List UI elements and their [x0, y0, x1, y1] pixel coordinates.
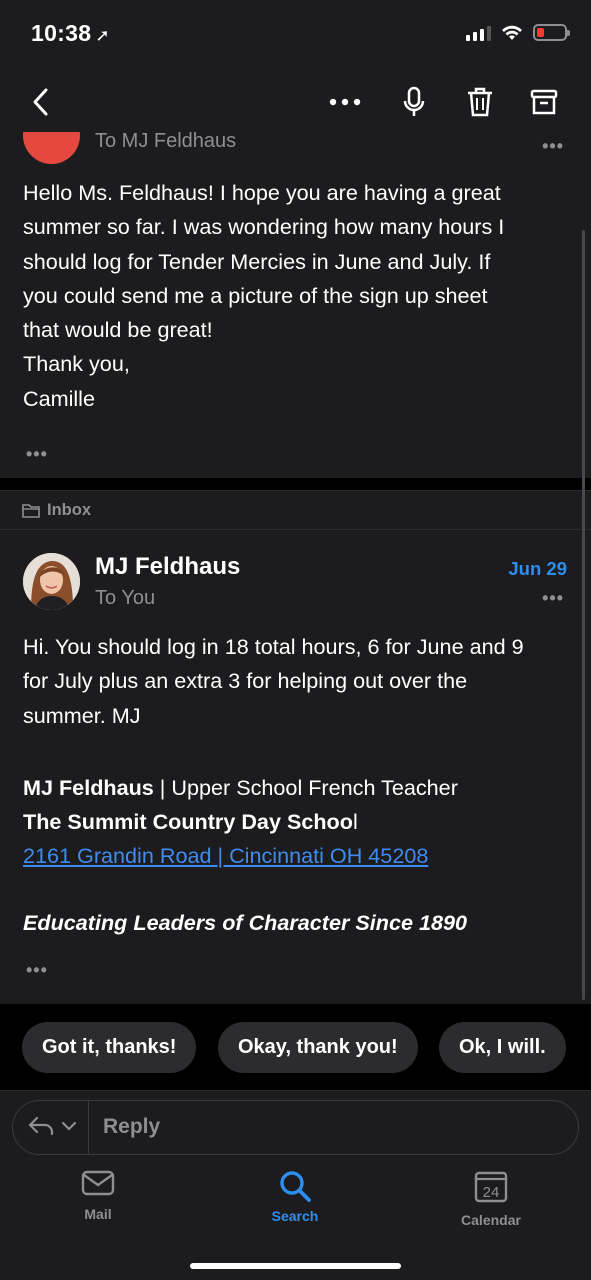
sender-name[interactable]: MJ Feldhaus — [95, 553, 240, 581]
body-line: Hi. You should log in 18 total hours, 6 … — [23, 634, 524, 659]
tab-calendar[interactable]: 24 Calendar — [441, 1169, 541, 1228]
tab-label: Search — [271, 1208, 319, 1224]
search-icon — [280, 1171, 311, 1202]
tab-mail[interactable]: Mail — [48, 1169, 148, 1222]
show-quoted-text-button[interactable]: ••• — [26, 960, 48, 981]
recipient-line: To MJ Feldhaus — [95, 132, 237, 152]
cellular-signal-icon — [466, 25, 491, 41]
location-arrow-icon: ➚ — [95, 26, 110, 45]
folder-label: Inbox — [47, 501, 91, 519]
thread-scroll-area[interactable]: To MJ Feldhaus ••• Hello Ms. Feldhaus! I… — [0, 132, 591, 1004]
sender-avatar[interactable] — [23, 553, 80, 610]
battery-icon — [533, 24, 570, 41]
body-line: Camille — [23, 385, 95, 411]
message-card-sent[interactable]: To MJ Feldhaus ••• Hello Ms. Feldhaus! I… — [0, 132, 591, 478]
status-bar: 10:38 ➚ — [0, 0, 591, 70]
chevron-down-icon — [61, 1121, 77, 1131]
calendar-icon: 24 — [474, 1171, 508, 1203]
body-line: should log for Tender Mercies in June an… — [23, 248, 491, 274]
address-link[interactable]: 2161 Grandin Road | Cincinnati OH 45208 — [23, 843, 428, 868]
message-more-icon[interactable]: ••• — [542, 588, 564, 609]
scrollbar[interactable] — [582, 230, 585, 1000]
body-line: summer so far. I was wondering how many … — [23, 214, 505, 240]
signature-address-line: 2161 Grandin Road | Cincinnati OH 45208 — [23, 843, 568, 869]
calendar-day-number: 24 — [483, 1184, 500, 1201]
signature-school-tail: l — [352, 809, 358, 834]
body-line: you could send me a picture of the sign … — [23, 282, 488, 308]
body-line: summer. MJ — [23, 702, 141, 728]
status-time: 10:38 ➚ — [31, 20, 110, 47]
reply-composer[interactable]: Reply — [12, 1100, 579, 1155]
more-icon[interactable] — [325, 82, 365, 122]
back-chevron-icon[interactable] — [20, 82, 60, 122]
suggested-replies-bar: Got it, thanks! Okay, thank you! Ok, I w… — [0, 1004, 591, 1090]
reply-input[interactable]: Reply — [103, 1115, 160, 1139]
signature-name: MJ Feldhaus — [23, 775, 154, 800]
reply-divider — [88, 1101, 89, 1154]
show-quoted-text-button[interactable]: ••• — [26, 444, 48, 465]
suggested-reply-chip[interactable]: Okay, thank you! — [218, 1022, 418, 1073]
message-date: Jun 29 — [508, 558, 567, 579]
clock-text: 10:38 — [31, 20, 92, 46]
body-line: Hello Ms. Feldhaus! I hope you are havin… — [23, 180, 501, 205]
message-body: Hello Ms. Feldhaus! I hope you are havin… — [23, 176, 568, 416]
trash-icon[interactable] — [460, 82, 500, 122]
wifi-icon — [502, 25, 522, 40]
body-line: that would be great! — [23, 317, 213, 343]
bottom-panel: Reply Mail Search 24 Calendar — [0, 1090, 591, 1280]
signature-name-line: MJ Feldhaus | Upper School French Teache… — [23, 775, 568, 801]
folder-icon — [22, 504, 40, 518]
archive-icon[interactable] — [524, 82, 564, 122]
recipient-line: To You — [95, 587, 156, 609]
status-icons — [466, 24, 570, 41]
tab-search[interactable]: Search — [245, 1169, 345, 1224]
email-toolbar — [0, 70, 591, 132]
signature-school-line: The Summit Country Day School — [23, 809, 568, 835]
folder-label-row: Inbox — [0, 490, 591, 530]
signature-school: The Summit Country Day Schoo — [23, 809, 353, 834]
suggested-reply-chip[interactable]: Ok, I will. — [439, 1022, 566, 1073]
message-more-icon[interactable]: ••• — [542, 136, 564, 157]
avatar — [23, 132, 80, 164]
tab-label: Mail — [84, 1206, 112, 1222]
reply-arrow-icon — [28, 1116, 54, 1136]
mail-icon — [81, 1170, 115, 1196]
reply-options-button[interactable] — [27, 1115, 77, 1137]
body-line: for July plus an extra 3 for helping out… — [23, 668, 468, 694]
microphone-icon[interactable] — [394, 82, 434, 122]
home-indicator[interactable] — [190, 1263, 401, 1269]
suggested-reply-chip[interactable]: Got it, thanks! — [22, 1022, 197, 1073]
message-body: Hi. You should log in 18 total hours, 6 … — [23, 630, 568, 733]
message-card-received[interactable]: MJ Feldhaus To You Jun 29 ••• Hi. You sh… — [0, 530, 591, 1004]
signature-title: | Upper School French Teacher — [153, 775, 458, 800]
signature-motto: Educating Leaders of Character Since 189… — [23, 910, 468, 935]
body-line: Thank you, — [23, 351, 130, 377]
tab-label: Calendar — [461, 1212, 521, 1228]
